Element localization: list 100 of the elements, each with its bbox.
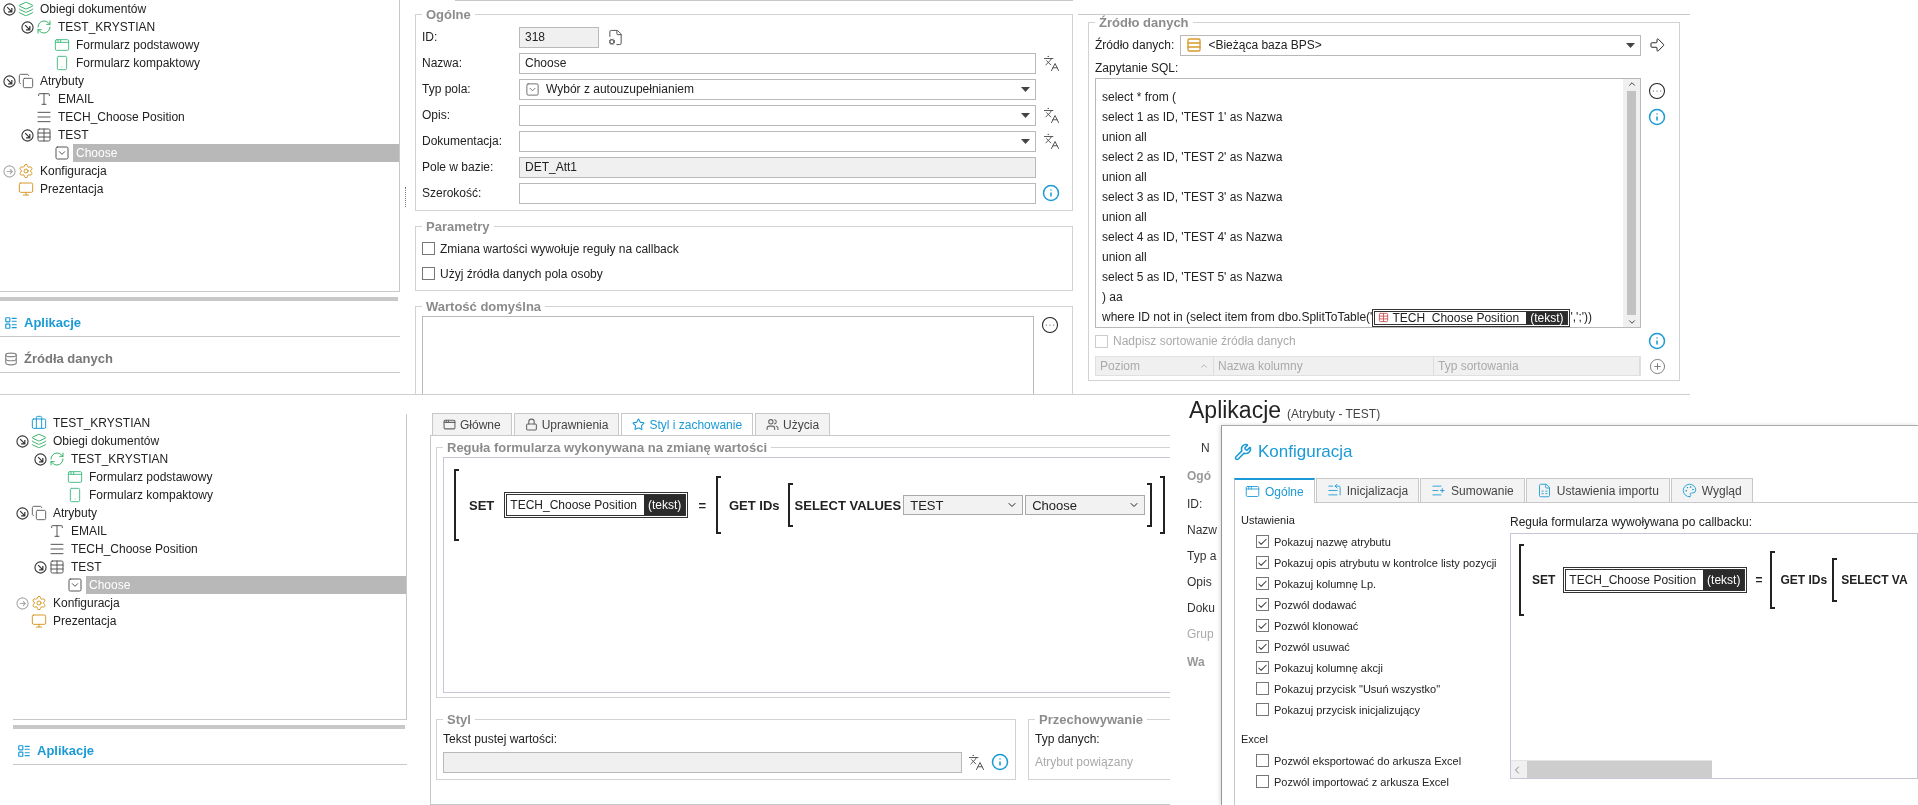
translate-icon[interactable]	[1042, 106, 1060, 124]
checkbox-label[interactable]: Pozwól usuwać	[1274, 640, 1350, 653]
tab[interactable]: Ustawienia importu	[1525, 478, 1670, 502]
column-dropdown[interactable]: Choose	[1025, 495, 1146, 515]
checkbox-label[interactable]: Pokazuj przycisk inicjalizujący	[1274, 703, 1421, 716]
dropdown-field[interactable]	[519, 130, 1036, 152]
tree-item[interactable]: Formularz podstawowy	[86, 468, 406, 486]
checkbox[interactable]	[1256, 556, 1269, 569]
tree-item[interactable]: Atrybuty	[50, 504, 406, 522]
chevron-down-icon[interactable]	[1626, 317, 1637, 327]
checkbox-label[interactable]: Pozwól importować z arkusza Excel	[1274, 775, 1449, 788]
add-icon[interactable]	[1648, 357, 1666, 375]
text-field[interactable]	[519, 182, 1036, 204]
tree-item[interactable]: Prezentacja	[50, 612, 406, 630]
field-label: Atrybut powiązany	[1035, 755, 1134, 769]
tree-item[interactable]: EMAIL	[68, 522, 406, 540]
translate-icon[interactable]	[1042, 132, 1060, 150]
tree-item[interactable]: TECH_Choose Position	[68, 540, 406, 558]
checkbox-label[interactable]: Użyj źródła danych pola osoby	[440, 266, 603, 281]
tree-item[interactable]: Obiegi dokumentów	[50, 432, 406, 450]
scrollbar[interactable]	[1511, 760, 1712, 778]
tab[interactable]: N	[1187, 435, 1221, 461]
field-label: Opis:	[422, 108, 451, 122]
more-icon[interactable]	[1648, 82, 1666, 100]
tab[interactable]: Użycia	[755, 413, 831, 435]
field-label: Szerokość:	[422, 186, 483, 200]
checkbox-label[interactable]: Pokazuj nazwę atrybutu	[1274, 535, 1391, 548]
checkbox[interactable]	[1256, 619, 1269, 632]
dropdown-field[interactable]: <Bieżąca baza BPS>	[1180, 34, 1641, 56]
tree-item[interactable]: TEST_KRYSTIAN	[55, 18, 399, 36]
info-icon[interactable]	[1042, 184, 1060, 202]
tree-item[interactable]: TEST_KRYSTIAN	[50, 414, 406, 432]
translate-icon[interactable]	[968, 753, 985, 771]
checkbox[interactable]	[422, 242, 435, 255]
info-icon[interactable]	[1648, 332, 1666, 350]
phone-icon	[54, 55, 70, 71]
checkbox[interactable]	[422, 267, 435, 280]
tree-item[interactable]: EMAIL	[55, 90, 399, 108]
bracket	[1832, 558, 1838, 602]
checkbox[interactable]	[1256, 703, 1269, 716]
tab[interactable]: Sumowanie	[1420, 478, 1525, 502]
attribute-chip[interactable]: TECH_Choose Position (tekst)	[1372, 308, 1571, 327]
more-icon[interactable]	[1041, 316, 1059, 334]
bracket	[715, 476, 721, 534]
tree-item[interactable]: TEST_KRYSTIAN	[68, 450, 406, 468]
tree-item[interactable]: Prezentacja	[37, 180, 399, 198]
document-gear-icon[interactable]	[607, 28, 624, 46]
table-dropdown[interactable]: TEST	[903, 495, 1024, 515]
tree-item[interactable]: TEST	[68, 558, 406, 576]
checkbox[interactable]	[1256, 754, 1269, 767]
code-line: select 3 as ID, 'TEST 3' as Nazwa	[1102, 189, 1284, 206]
checkbox[interactable]	[1256, 682, 1269, 695]
tree-item[interactable]: TECH_Choose Position	[55, 108, 399, 126]
checkbox[interactable]	[1256, 598, 1269, 611]
attribute-chip[interactable]: TECH_Choose Position (tekst)	[504, 492, 689, 518]
dropdown-field[interactable]	[519, 104, 1036, 126]
tab[interactable]: Inicjalizacja	[1315, 478, 1420, 502]
checkbox-label[interactable]: Zmiana wartości wywołuje reguły na callback	[440, 241, 679, 256]
checkbox-label[interactable]: Pozwól eksportować do arkusza Excel	[1274, 754, 1462, 767]
chevron-up-icon[interactable]	[1626, 79, 1637, 89]
tree-item[interactable]: TEST	[55, 126, 399, 144]
checkbox-label[interactable]: Pokazuj opis atrybutu w kontrolce listy pozycji	[1274, 556, 1497, 569]
tab[interactable]: Uprawnienia	[513, 413, 620, 435]
rule-keyword: GET IDs	[728, 497, 780, 513]
tree-item[interactable]: Atrybuty	[37, 72, 399, 90]
checkbox-label[interactable]: Pokazuj kolumnę Lp.	[1274, 577, 1377, 590]
arrow-right-icon[interactable]	[1648, 36, 1666, 54]
text-field[interactable]: DET_Att1	[519, 156, 1036, 178]
checkbox-label[interactable]: Pokazuj przycisk "Usuń wszystko"	[1274, 682, 1441, 695]
tree-item[interactable]: Konfiguracja	[50, 594, 406, 612]
tree-item[interactable]: Formularz kompaktowy	[73, 54, 399, 72]
checkbox[interactable]	[1256, 577, 1269, 590]
tab[interactable]: Wygląd	[1670, 478, 1753, 502]
sql-editor[interactable]	[1095, 78, 1641, 328]
checkbox[interactable]	[1256, 640, 1269, 653]
text-field[interactable]	[443, 751, 962, 773]
dropdown-field[interactable]: Wybór z autouzupełnianiem	[519, 78, 1036, 100]
code-line: select 5 as ID, 'TEST 5' as Nazwa	[1102, 269, 1284, 286]
field-label: Tekst pustej wartości:	[443, 732, 558, 746]
tree-item[interactable]: Formularz podstawowy	[73, 36, 399, 54]
info-icon[interactable]	[1648, 108, 1666, 126]
checkbox-label[interactable]: Pozwól dodawać	[1274, 598, 1357, 611]
scrollbar[interactable]	[1623, 79, 1640, 327]
tree-item[interactable]: Konfiguracja	[37, 162, 399, 180]
checkbox[interactable]	[1256, 775, 1269, 788]
nav-item[interactable]: Źródła danych	[24, 351, 113, 366]
checkbox-label[interactable]: Pokazuj kolumnę akcji	[1274, 661, 1383, 674]
tab[interactable]: Główne	[432, 413, 512, 435]
tree-item[interactable]: Formularz kompaktowy	[86, 486, 406, 504]
text-field[interactable]: Choose	[519, 52, 1036, 74]
group-title: Przechowywanie	[1038, 712, 1145, 727]
checkbox[interactable]	[1256, 661, 1269, 674]
attribute-chip[interactable]: TECH_Choose Position (tekst)	[1563, 567, 1748, 593]
translate-icon[interactable]	[1042, 54, 1060, 72]
id-field[interactable]: 318	[519, 26, 599, 48]
checkbox[interactable]	[1256, 535, 1269, 548]
checkbox-label[interactable]: Pozwól klonować	[1274, 619, 1359, 632]
info-icon[interactable]	[991, 753, 1009, 771]
rule-canvas[interactable]: SET TECH_Choose Position (tekst) = GET IDs SELECT VA	[1510, 533, 1918, 779]
tree-item[interactable]: Obiegi dokumentów	[37, 0, 399, 18]
